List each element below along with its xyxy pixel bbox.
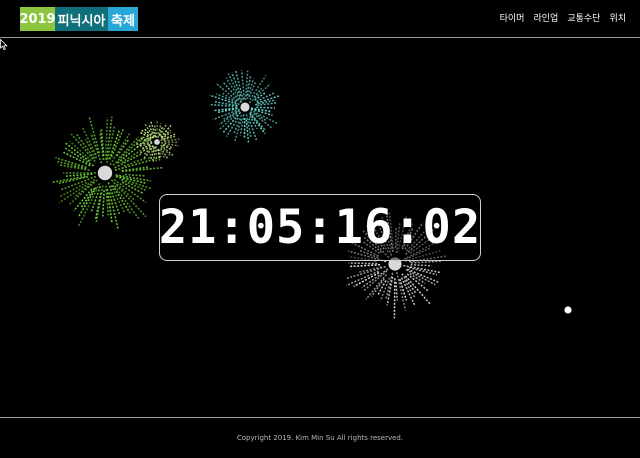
- cyan-firework: [209, 70, 281, 143]
- green-firework: [52, 116, 163, 230]
- copyright-text: Copyright 2019. Kim Min Su All rights re…: [236, 434, 404, 442]
- site-header: 2019 피닉시아 축제 타이머 라인업 교통수단 위치: [0, 0, 640, 38]
- nav-item-timer[interactable]: 타이머: [500, 11, 525, 24]
- firework-spark: [564, 306, 572, 314]
- nav-item-transport[interactable]: 교통수단: [567, 11, 600, 24]
- light-green-firework: [134, 120, 180, 162]
- main-nav: 타이머 라인업 교통수단 위치: [500, 11, 626, 24]
- logo-name: 피닉시아: [55, 7, 108, 31]
- page: 2019 피닉시아 축제 타이머 라인업 교통수단 위치 21:05:16:02…: [0, 0, 640, 458]
- countdown-box: 21:05:16:02: [159, 194, 481, 261]
- logo[interactable]: 2019 피닉시아 축제: [19, 7, 138, 31]
- countdown-timer: 21:05:16:02: [158, 200, 482, 255]
- logo-festival: 축제: [108, 7, 138, 31]
- nav-item-lineup[interactable]: 라인업: [533, 11, 558, 24]
- fireworks-stage: 21:05:16:02: [0, 39, 640, 417]
- nav-item-location[interactable]: 위치: [609, 11, 626, 24]
- mouse-cursor-icon: [0, 39, 8, 51]
- site-footer: Copyright 2019. Kim Min Su All rights re…: [0, 417, 640, 458]
- logo-year: 2019: [19, 7, 56, 31]
